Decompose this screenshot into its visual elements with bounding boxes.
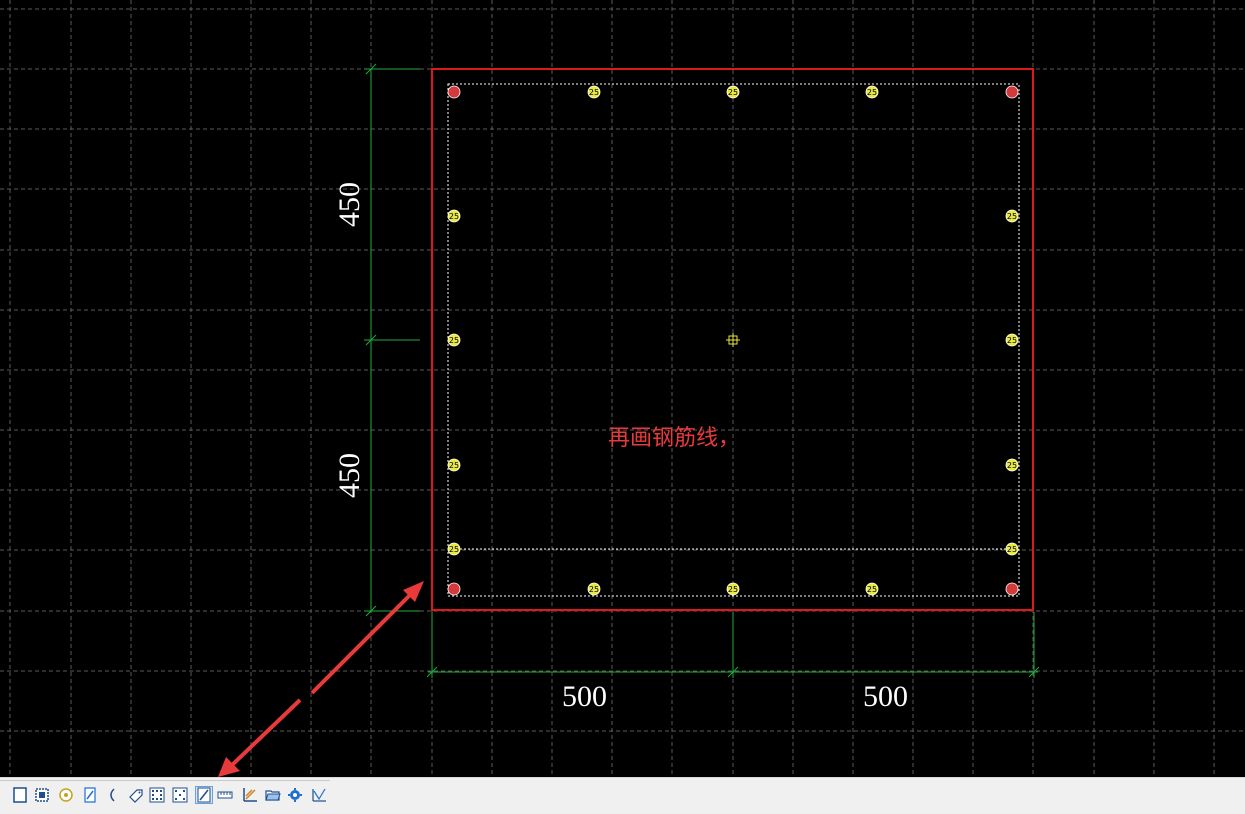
rebar[interactable]: 25: [1005, 542, 1019, 556]
rebar-corner[interactable]: [447, 85, 461, 99]
stress-chart-button[interactable]: [310, 786, 328, 804]
settings-gear-button[interactable]: [286, 786, 304, 804]
rebar[interactable]: 25: [447, 333, 461, 347]
rebar[interactable]: 25: [865, 85, 879, 99]
chart-axes-button[interactable]: [241, 786, 259, 804]
rectangle-section-icon: [13, 787, 27, 803]
rebar-grid-icon: [149, 787, 165, 803]
rebar-diameter-label: 25: [1007, 461, 1017, 470]
rebar[interactable]: 25: [447, 542, 461, 556]
edit-section-icon: [84, 787, 96, 803]
arrow-to-toolbar: [229, 698, 302, 768]
rebar-corner[interactable]: [1005, 582, 1019, 596]
rebar-grid-alt-button[interactable]: [171, 786, 189, 804]
rebar[interactable]: 25: [726, 85, 740, 99]
tag-icon: [129, 789, 143, 803]
rebar-diameter-label: 25: [1007, 336, 1017, 345]
circle-section-button[interactable]: [57, 786, 75, 804]
background-grid: [0, 0, 1245, 777]
rebar-circle: [447, 582, 461, 596]
toolbar-divider: [0, 780, 330, 781]
pointer-arrows: [218, 581, 424, 777]
cad-drawing[interactable]: 450 450 500 500 25 25 25 25 25 25 25 25 25 25 25 25…: [0, 0, 1245, 777]
draw-rebar-line-icon: [197, 787, 211, 803]
rebar-diameter-label: 25: [1007, 212, 1017, 221]
rebar-diameter-label: 25: [867, 585, 877, 594]
circle-section-icon: [59, 788, 73, 802]
rebar-diameter-label: 25: [449, 461, 459, 470]
rebar[interactable]: 25: [1005, 209, 1019, 223]
rebar-corner[interactable]: [1005, 85, 1019, 99]
settings-gear-icon: [288, 788, 302, 802]
rebar-diameter-label: 25: [867, 88, 877, 97]
cad-canvas[interactable]: 450 450 500 500 25 25 25 25 25 25 25 25 25 25 25 25…: [0, 0, 1245, 777]
center-marker-icon: [726, 333, 740, 347]
rebar-diameter-label: 25: [1007, 545, 1017, 554]
dimension-label-bottom: 450: [333, 453, 366, 498]
rebar[interactable]: 25: [1005, 333, 1019, 347]
rebar[interactable]: 25: [447, 458, 461, 472]
rebar-diameter-label: 25: [728, 585, 738, 594]
dimension-label-right: 500: [863, 680, 908, 713]
box-section-icon: [35, 788, 49, 802]
horizontal-dimension: [426, 612, 1040, 678]
rectangle-section-button[interactable]: [11, 786, 29, 804]
stress-chart-icon: [312, 788, 326, 802]
rebar-circle: [1005, 582, 1019, 596]
open-folder-button[interactable]: [264, 786, 282, 804]
rebar[interactable]: 25: [726, 582, 740, 596]
rebar-diameter-label: 25: [449, 212, 459, 221]
rebar[interactable]: 25: [587, 582, 601, 596]
draw-rebar-line-button[interactable]: [195, 786, 213, 804]
rebar-circle: [447, 85, 461, 99]
arc-button[interactable]: [103, 786, 121, 804]
rebar-diameter-label: 25: [589, 88, 599, 97]
open-folder-icon: [265, 790, 281, 801]
dimension-button[interactable]: [216, 786, 234, 804]
section-toolbar: [0, 777, 1245, 814]
arc-icon: [110, 788, 115, 802]
rebar-corner[interactable]: [447, 582, 461, 596]
rebar-grid-button[interactable]: [148, 786, 166, 804]
dimension-icon: [217, 791, 233, 799]
arrow-to-section: [310, 591, 414, 695]
edit-section-button[interactable]: [81, 786, 99, 804]
instruction-annotation: 再画钢筋线，: [608, 426, 740, 451]
rebar[interactable]: 25: [587, 85, 601, 99]
rebar[interactable]: 25: [1005, 458, 1019, 472]
dimension-label-left: 500: [562, 680, 607, 713]
chart-axes-icon: [243, 788, 257, 802]
tag-button[interactable]: [127, 786, 145, 804]
rebar-diameter-label: 25: [449, 545, 459, 554]
rebar-diameter-label: 25: [728, 88, 738, 97]
rebar[interactable]: 25: [447, 209, 461, 223]
box-section-button[interactable]: [33, 786, 51, 804]
edge-tool-icon: [0, 787, 11, 803]
dimension-label-top: 450: [333, 182, 366, 227]
rebar-circle: [1005, 85, 1019, 99]
vertical-dimension: [364, 63, 420, 617]
rebar-diameter-label: 25: [589, 585, 599, 594]
rebar-grid-alt-icon: [172, 787, 188, 803]
rebar[interactable]: 25: [865, 582, 879, 596]
rebar-diameter-label: 25: [449, 336, 459, 345]
